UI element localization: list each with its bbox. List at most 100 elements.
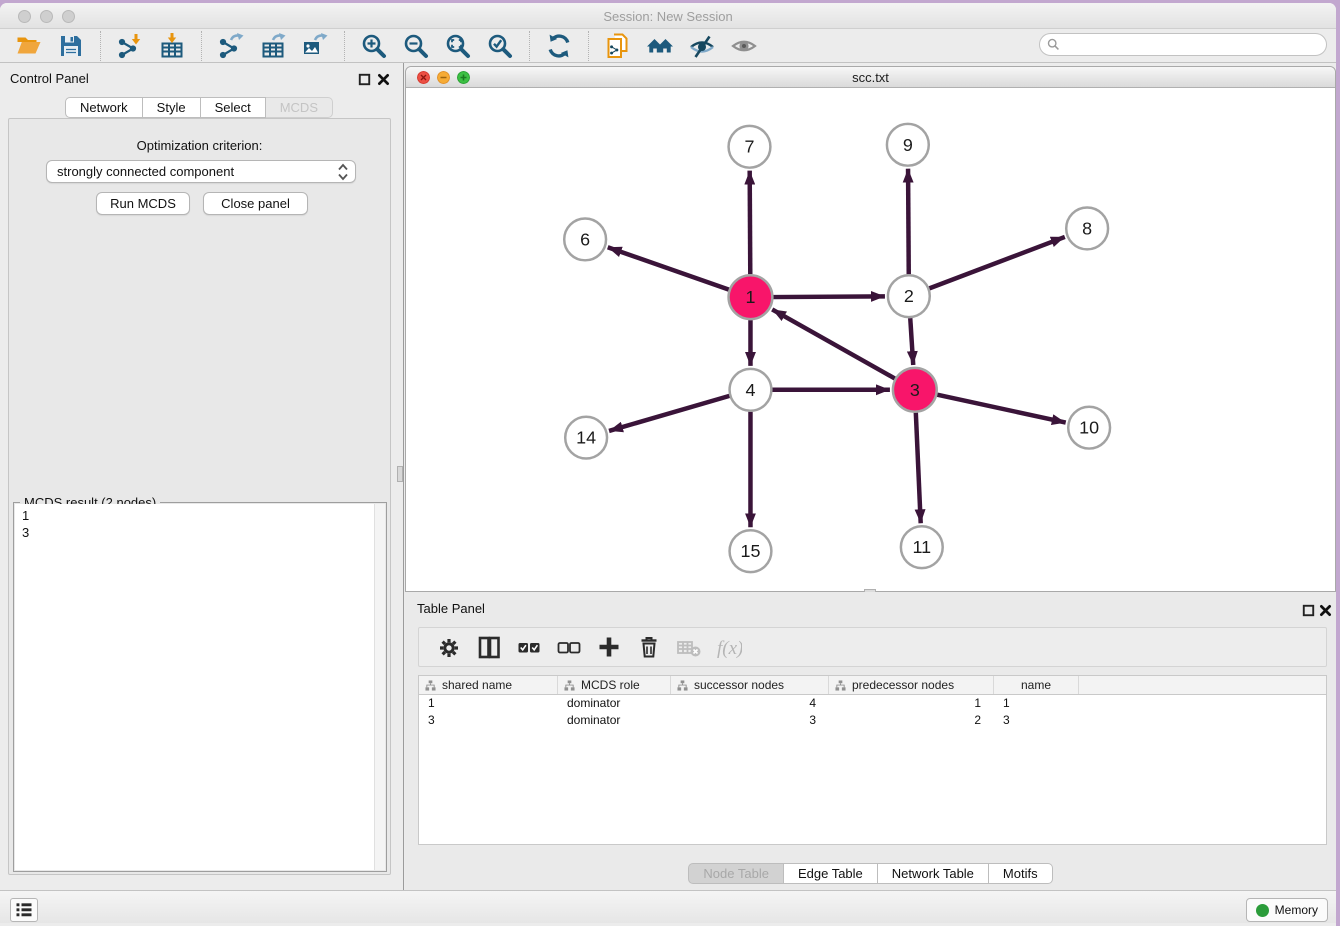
splitter-handle[interactable] bbox=[397, 466, 403, 482]
close-panel-button[interactable]: Close panel bbox=[203, 192, 308, 215]
tab-node-table[interactable]: Node Table bbox=[688, 863, 784, 884]
toolbar-separator bbox=[100, 31, 101, 61]
node-table: shared nameMCDS rolesuccessor nodesprede… bbox=[418, 675, 1327, 845]
graph-node-label: 7 bbox=[744, 137, 754, 157]
svg-text:f(x): f(x) bbox=[717, 638, 742, 659]
table-cell: 3 bbox=[994, 712, 1079, 729]
save-session-button[interactable] bbox=[55, 31, 87, 61]
column-header-MCDS-role[interactable]: MCDS role bbox=[558, 676, 671, 694]
network-clipboard-button[interactable] bbox=[602, 31, 634, 61]
network-window: scc.txt 7 9 6 8 1 2 4 3 14 10 15 11 bbox=[405, 66, 1336, 592]
graph-node-8[interactable]: 8 bbox=[1066, 208, 1108, 250]
run-mcds-button[interactable]: Run MCDS bbox=[96, 192, 190, 215]
graph-node-9[interactable]: 9 bbox=[887, 124, 929, 166]
graph-node-4[interactable]: 4 bbox=[730, 369, 772, 411]
control-panel-float-icon[interactable] bbox=[358, 73, 371, 86]
column-tree-icon bbox=[677, 680, 688, 691]
graph-edge-3-1 bbox=[772, 309, 895, 378]
window-title: Session: New Session bbox=[0, 9, 1336, 24]
open-session-icon bbox=[16, 33, 42, 59]
clear-table-button bbox=[673, 632, 705, 662]
graph-node-7[interactable]: 7 bbox=[729, 126, 771, 168]
refresh-layout-button[interactable] bbox=[543, 31, 575, 61]
add-row-button[interactable] bbox=[593, 632, 625, 662]
table-row[interactable]: 1dominator411 bbox=[419, 695, 1326, 712]
table-cell: 1 bbox=[994, 695, 1079, 712]
graph-node-label: 8 bbox=[1082, 218, 1092, 238]
tab-select[interactable]: Select bbox=[201, 97, 266, 118]
tab-network-table[interactable]: Network Table bbox=[878, 863, 989, 884]
table-row[interactable]: 3dominator323 bbox=[419, 712, 1326, 729]
deselect-all-button[interactable] bbox=[553, 632, 585, 662]
search-box[interactable] bbox=[1039, 33, 1327, 56]
graph-node-11[interactable]: 11 bbox=[901, 526, 943, 568]
network-window-titlebar[interactable]: scc.txt bbox=[406, 67, 1335, 88]
tab-mcds[interactable]: MCDS bbox=[266, 97, 333, 118]
select-all-button[interactable] bbox=[513, 632, 545, 662]
hide-eye-button[interactable] bbox=[686, 31, 718, 61]
open-session-button[interactable] bbox=[13, 31, 45, 61]
mcds-result-line: 3 bbox=[15, 524, 385, 541]
column-header-shared-name[interactable]: shared name bbox=[419, 676, 558, 694]
show-eye-button[interactable] bbox=[728, 31, 760, 61]
import-network-button[interactable] bbox=[114, 31, 146, 61]
table-panel-title: Table Panel bbox=[417, 601, 485, 616]
home-icon bbox=[647, 33, 673, 59]
delete-row-button[interactable] bbox=[633, 632, 665, 662]
network-canvas[interactable]: 7 9 6 8 1 2 4 3 14 10 15 11 bbox=[406, 88, 1335, 591]
zoom-fit-button[interactable] bbox=[442, 31, 474, 61]
graph-edge-2-8 bbox=[929, 237, 1064, 288]
graph-node-14[interactable]: 14 bbox=[565, 417, 607, 459]
result-scrollbar[interactable] bbox=[374, 504, 385, 870]
optimization-criterion-label: Optimization criterion: bbox=[9, 138, 390, 153]
graph-node-6[interactable]: 6 bbox=[564, 218, 606, 260]
export-table-button[interactable] bbox=[257, 31, 289, 61]
graph-node-label: 14 bbox=[576, 428, 596, 448]
column-tree-icon bbox=[835, 680, 846, 691]
vertical-splitter[interactable] bbox=[403, 63, 404, 890]
app-titlebar: Session: New Session bbox=[0, 3, 1336, 29]
tab-motifs[interactable]: Motifs bbox=[989, 863, 1053, 884]
zoom-out-button[interactable] bbox=[400, 31, 432, 61]
tab-edge-table[interactable]: Edge Table bbox=[784, 863, 878, 884]
network-clipboard-icon bbox=[605, 33, 631, 59]
column-header-successor-nodes[interactable]: successor nodes bbox=[671, 676, 829, 694]
graph-node-label: 11 bbox=[912, 537, 931, 557]
column-header-name[interactable]: name bbox=[994, 676, 1079, 694]
import-table-button[interactable] bbox=[156, 31, 188, 61]
graph-node-10[interactable]: 10 bbox=[1068, 407, 1110, 449]
graph-edge-1-7 bbox=[750, 171, 751, 275]
home-button[interactable] bbox=[644, 31, 676, 61]
table-panel-float-icon[interactable] bbox=[1302, 604, 1315, 617]
graph-node-15[interactable]: 15 bbox=[730, 530, 772, 572]
graph-node-label: 9 bbox=[903, 135, 913, 155]
search-input[interactable] bbox=[1064, 36, 1326, 54]
tab-network[interactable]: Network bbox=[65, 97, 143, 118]
table-settings-icon bbox=[436, 634, 462, 660]
column-header-predecessor-nodes[interactable]: predecessor nodes bbox=[829, 676, 994, 694]
tab-style[interactable]: Style bbox=[143, 97, 201, 118]
table-panel-close-icon[interactable] bbox=[1319, 604, 1332, 617]
zoom-in-button[interactable] bbox=[358, 31, 390, 61]
table-cell: dominator bbox=[558, 695, 671, 712]
control-panel-close-icon[interactable] bbox=[377, 73, 390, 86]
zoom-selected-button[interactable] bbox=[484, 31, 516, 61]
select-all-icon bbox=[516, 634, 542, 660]
optimization-criterion-select[interactable]: strongly connected component bbox=[46, 160, 356, 183]
table-cell: 2 bbox=[829, 712, 994, 729]
graph-node-1[interactable]: 1 bbox=[729, 275, 773, 319]
function-builder-icon: f(x) bbox=[716, 634, 742, 660]
graph-node-2[interactable]: 2 bbox=[888, 275, 930, 317]
graph-node-label: 3 bbox=[910, 380, 920, 400]
task-history-button[interactable] bbox=[10, 898, 38, 922]
export-network-icon bbox=[218, 33, 244, 59]
graph-node-3[interactable]: 3 bbox=[893, 368, 937, 412]
export-network-button[interactable] bbox=[215, 31, 247, 61]
column-tree-icon bbox=[564, 680, 575, 691]
main-toolbar bbox=[0, 29, 1336, 63]
memory-button[interactable]: Memory bbox=[1246, 898, 1328, 922]
table-settings-button[interactable] bbox=[433, 632, 465, 662]
mcds-result-textarea[interactable]: 13 bbox=[15, 504, 385, 870]
export-image-button[interactable] bbox=[299, 31, 331, 61]
show-columns-button[interactable] bbox=[473, 632, 505, 662]
